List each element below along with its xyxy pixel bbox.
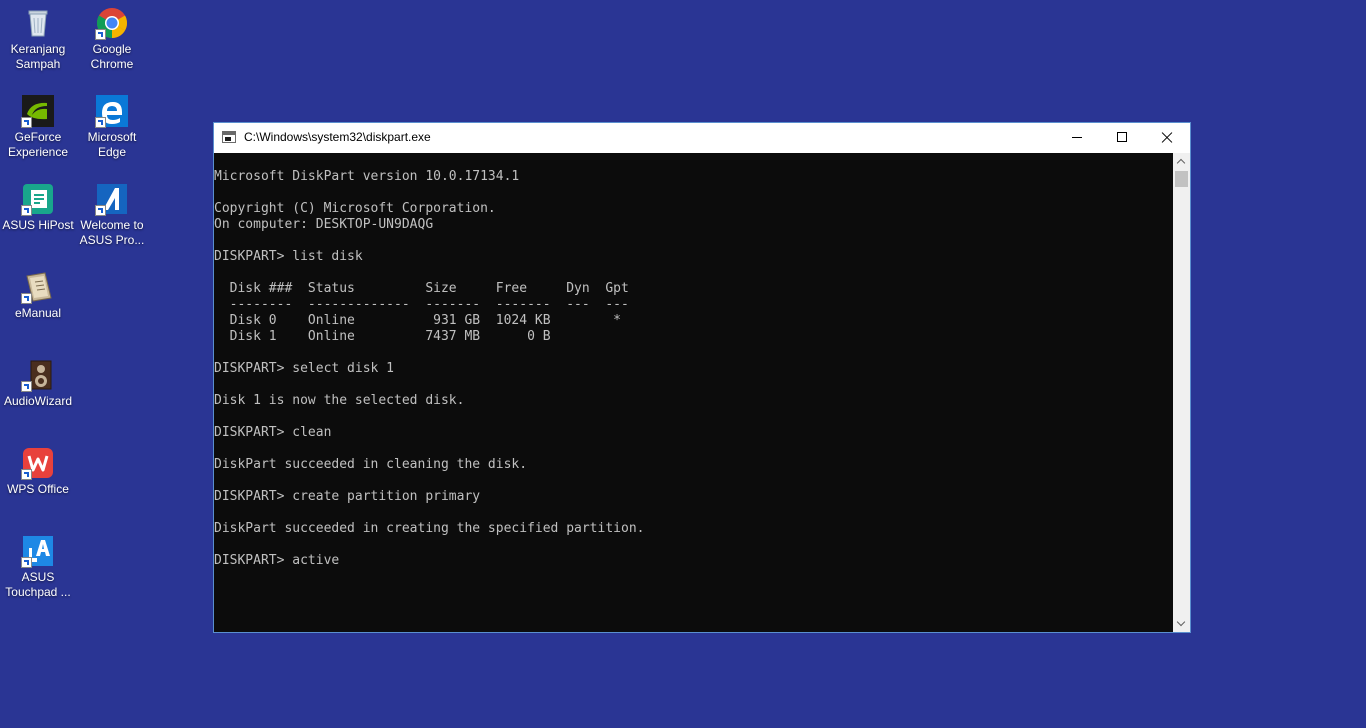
console-line: Disk ### Status Size Free Dyn Gpt	[214, 281, 629, 296]
console-line: DiskPart succeeded in creating the speci…	[214, 521, 645, 536]
console-line: DISKPART> create partition primary	[214, 489, 481, 504]
desktop-icon-label: ASUS HiPost	[2, 218, 74, 232]
desktop-icon-label: eManual	[14, 306, 62, 320]
wps-office-icon	[21, 446, 55, 480]
desktop-icon-label: AudioWizard	[3, 394, 73, 408]
shortcut-arrow-icon	[21, 117, 32, 128]
audiowizard-icon	[21, 358, 55, 392]
console-line: DISKPART> list disk	[214, 249, 363, 264]
console-line: Copyright (C) Microsoft Corporation.	[214, 201, 496, 216]
desktop-icon-label: Microsoft Edge	[87, 130, 137, 159]
emanual-icon	[21, 270, 55, 304]
console-line: DISKPART> clean	[214, 425, 332, 440]
geforce-icon	[21, 94, 55, 128]
console-output-area[interactable]: Microsoft DiskPart version 10.0.17134.1 …	[214, 153, 1173, 632]
minimize-button[interactable]	[1054, 123, 1100, 153]
asus-welcome-icon	[95, 182, 129, 216]
shortcut-arrow-icon	[21, 557, 32, 568]
window-title: C:\Windows\system32\diskpart.exe	[244, 130, 431, 144]
shortcut-arrow-icon	[21, 381, 32, 392]
window-titlebar[interactable]: C:\Windows\system32\diskpart.exe	[214, 123, 1190, 153]
shortcut-arrow-icon	[21, 293, 32, 304]
close-button[interactable]	[1144, 123, 1190, 153]
desktop-icon-asus-hipost[interactable]: ASUS HiPost	[0, 182, 76, 233]
desktop-icon-welcome-asus-pro[interactable]: Welcome to ASUS Pro...	[74, 182, 150, 248]
desktop-icon-label: WPS Office	[7, 482, 69, 496]
desktop-icon-wps-office[interactable]: WPS Office	[0, 446, 76, 497]
desktop-icon-emanual[interactable]: eManual	[0, 270, 76, 321]
console-line: -------- ------------- ------- ------- -…	[214, 297, 629, 312]
desktop: Keranjang Sampah Google Chrome GeForce E…	[0, 0, 1366, 728]
shortcut-arrow-icon	[21, 205, 32, 216]
desktop-icon-asus-touchpad[interactable]: ASUS Touchpad ...	[0, 534, 76, 600]
console-line: On computer: DESKTOP-UN9DAQG	[214, 217, 434, 232]
console-line: Disk 0 Online 931 GB 1024 KB *	[214, 313, 621, 328]
console-line: DiskPart succeeded in cleaning the disk.	[214, 457, 528, 472]
maximize-button[interactable]	[1099, 123, 1145, 153]
edge-icon	[95, 94, 129, 128]
console-line: DISKPART> select disk 1	[214, 361, 395, 376]
shortcut-arrow-icon	[95, 117, 106, 128]
console-text: Microsoft DiskPart version 10.0.17134.1 …	[214, 153, 1173, 569]
shortcut-arrow-icon	[95, 205, 106, 216]
desktop-icon-audiowizard[interactable]: AudioWizard	[0, 358, 76, 409]
scroll-thumb[interactable]	[1175, 171, 1188, 187]
console-line: Microsoft DiskPart version 10.0.17134.1	[214, 169, 520, 184]
console-app-icon[interactable]	[222, 131, 236, 143]
desktop-icon-label: ASUS Touchpad ...	[5, 570, 71, 599]
desktop-icon-label: Welcome to ASUS Pro...	[79, 218, 145, 247]
asus-hipost-icon	[21, 182, 55, 216]
console-line: Disk 1 is now the selected disk.	[214, 393, 465, 408]
desktop-icon-label: Google Chrome	[90, 42, 134, 71]
chrome-icon	[95, 6, 129, 40]
desktop-icon-label: GeForce Experience	[7, 130, 69, 159]
asus-touchpad-icon	[21, 534, 55, 568]
recycle-bin-icon	[21, 6, 55, 40]
scroll-up-arrow-icon[interactable]	[1173, 153, 1190, 170]
diskpart-window: C:\Windows\system32\diskpart.exe Microso…	[213, 122, 1191, 633]
desktop-icon-label: Keranjang Sampah	[10, 42, 66, 71]
desktop-icon-geforce-experience[interactable]: GeForce Experience	[0, 94, 76, 160]
desktop-icon-microsoft-edge[interactable]: Microsoft Edge	[74, 94, 150, 160]
console-line: DISKPART> active	[214, 553, 340, 568]
desktop-icon-google-chrome[interactable]: Google Chrome	[74, 6, 150, 72]
shortcut-arrow-icon	[21, 469, 32, 480]
console-line: Disk 1 Online 7437 MB 0 B	[214, 329, 551, 344]
scroll-down-arrow-icon[interactable]	[1173, 615, 1190, 632]
desktop-icon-recycle-bin[interactable]: Keranjang Sampah	[0, 6, 76, 72]
vertical-scrollbar[interactable]	[1173, 153, 1190, 632]
shortcut-arrow-icon	[95, 29, 106, 40]
